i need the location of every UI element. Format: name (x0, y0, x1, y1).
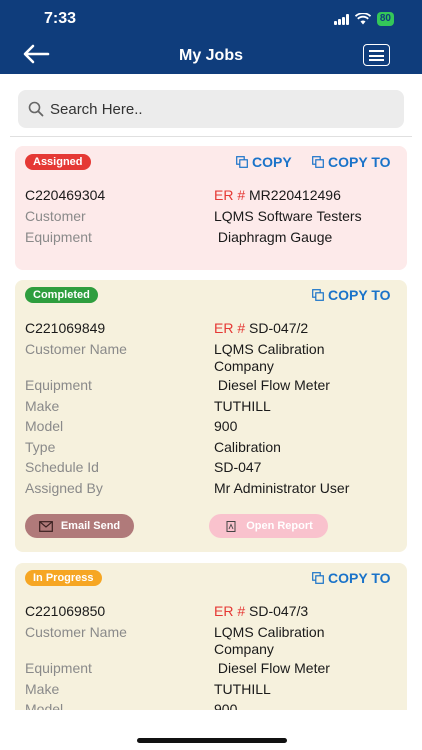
job-id-row: C221069849 ER # SD-047/2 (25, 320, 397, 340)
open-report-button[interactable]: Open Report (209, 514, 328, 538)
copy-icon (312, 572, 324, 584)
field-label: Type (25, 439, 56, 455)
app-header: 7:33 80 My Jobs (0, 0, 422, 74)
field-row: Model 900 (25, 701, 397, 710)
field-label: Make (25, 681, 60, 697)
field-value: 900 (214, 418, 238, 434)
copy-button[interactable]: COPY (236, 154, 292, 170)
status-badge: In Progress (25, 570, 102, 586)
signal-icon (333, 13, 349, 25)
screen: 7:33 80 My Jobs Search Here.. Assigned C… (0, 0, 422, 750)
divider (10, 136, 412, 137)
copy-label: COPY (252, 154, 292, 170)
copy-icon (312, 289, 324, 301)
status-badge: Assigned (25, 154, 91, 170)
field-label: Equipment (25, 660, 92, 676)
copy-icon (236, 156, 248, 168)
field-row: Customer Name LQMS Calibration Company (25, 624, 397, 657)
wifi-icon (354, 13, 371, 25)
er-value: MR220412496 (249, 187, 341, 203)
field-label: Equipment (25, 377, 92, 393)
search-icon (28, 101, 44, 117)
er-label: ER # (214, 187, 246, 203)
open-report-label: Open Report (246, 520, 313, 532)
er-number: ER # SD-047/2 (214, 320, 394, 337)
field-value: Diaphragm Gauge (214, 229, 333, 245)
field-row: Make TUTHILL (25, 681, 397, 701)
job-card[interactable]: Completed COPY TO C221069849 ER # SD-047… (15, 280, 407, 552)
mail-icon (38, 520, 53, 532)
copy-icon (312, 156, 324, 168)
field-row: Equipment Diesel Flow Meter (25, 377, 397, 397)
field-value: SD-047 (214, 459, 262, 475)
field-row: Schedule Id SD-047 (25, 459, 397, 479)
field-value: LQMS Calibration Company (214, 341, 325, 374)
field-label: Customer Name (25, 624, 127, 640)
field-value: 900 (214, 701, 238, 710)
search-placeholder: Search Here.. (50, 100, 143, 118)
field-label: Equipment (25, 229, 92, 245)
job-id-row: C220469304 ER # MR220412496 (25, 187, 397, 207)
field-value: Mr Administrator User (214, 480, 350, 496)
status-time: 7:33 (44, 10, 77, 27)
home-indicator (137, 738, 287, 743)
copy-to-button[interactable]: COPY TO (312, 287, 391, 303)
battery-level: 80 (376, 12, 394, 26)
pdf-icon (226, 520, 236, 532)
er-value: SD-047/2 (249, 320, 309, 336)
copy-to-label: COPY TO (328, 287, 391, 303)
er-label: ER # (214, 603, 246, 619)
er-number: ER # SD-047/3 (214, 603, 394, 620)
field-label: Assigned By (25, 480, 103, 496)
job-card[interactable]: In Progress COPY TO C221069850 ER # SD-0… (15, 563, 407, 710)
job-id: C221069849 (25, 320, 106, 336)
field-row: Make TUTHILL (25, 398, 397, 418)
field-label: Make (25, 398, 60, 414)
field-value: Calibration (214, 439, 281, 455)
field-row: Model 900 (25, 418, 397, 438)
menu-icon[interactable] (363, 44, 390, 66)
er-number: ER # MR220412496 (214, 187, 394, 204)
email-send-button[interactable]: Email Send (25, 514, 134, 538)
field-row: Equipment Diesel Flow Meter (25, 660, 397, 680)
field-value: TUTHILL (214, 681, 271, 697)
field-value: LQMS Software Testers (214, 208, 362, 224)
email-send-label: Email Send (60, 520, 121, 532)
er-label: ER # (214, 320, 246, 336)
field-value: LQMS Calibration Company (214, 624, 325, 657)
copy-to-label: COPY TO (328, 154, 391, 170)
job-id-row: C221069850 ER # SD-047/3 (25, 603, 397, 623)
job-id: C220469304 (25, 187, 106, 203)
field-label: Customer Name (25, 341, 127, 357)
copy-to-button[interactable]: COPY TO (312, 570, 391, 586)
field-row: Customer LQMS Software Testers (25, 208, 397, 228)
field-label: Model (25, 418, 64, 434)
status-badge: Completed (25, 287, 98, 303)
search-input[interactable]: Search Here.. (18, 90, 404, 128)
copy-to-label: COPY TO (328, 570, 391, 586)
field-label: Customer (25, 208, 86, 224)
field-label: Model (25, 701, 64, 710)
copy-to-button[interactable]: COPY TO (312, 154, 391, 170)
field-label: Schedule Id (25, 459, 99, 475)
field-value: Diesel Flow Meter (214, 377, 330, 393)
field-value: Diesel Flow Meter (214, 660, 330, 676)
job-id: C221069850 (25, 603, 106, 619)
field-row: Equipment Diaphragm Gauge (25, 229, 397, 249)
field-row: Type Calibration (25, 439, 397, 459)
field-value: TUTHILL (214, 398, 271, 414)
status-icons: 80 (333, 12, 394, 26)
er-value: SD-047/3 (249, 603, 309, 619)
job-card[interactable]: Assigned COPY COPY TO C220469304 ER # MR… (15, 146, 407, 270)
field-row: Customer Name LQMS Calibration Company (25, 341, 397, 374)
field-row: Assigned By Mr Administrator User (25, 480, 397, 500)
page-title: My Jobs (178, 47, 243, 64)
